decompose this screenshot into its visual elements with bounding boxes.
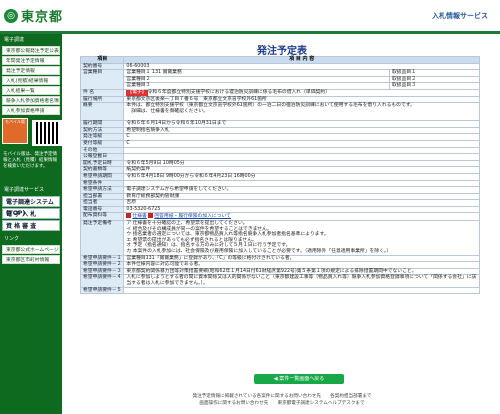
department: 教育庁総務部契約管財課 — [123, 192, 480, 201]
project-name: 【電子】令和６年度都立特別支援学校における寝泊防災訓練に係る毛布の借入れ（単価契… — [123, 88, 480, 97]
row-label: 担当部署 — [79, 192, 125, 201]
arrow-left-icon: ◀ — [273, 376, 278, 382]
contract-number: 06-60003 — [123, 62, 480, 71]
sidebar-link-municipal[interactable]: 東京都区市町村情報 — [2, 255, 60, 264]
row-label: 希望条件 — [79, 179, 125, 188]
footer: 発注予定情報に掲載されている各案件に関するお問い合わせ先 各契約担当部署まで 画… — [64, 393, 500, 407]
place: 東京都文京区後楽一丁目７番６号 東京都立文京盲学校外61箇所 — [123, 95, 480, 104]
condition-4: 入札に参加しようとする者の間に資本関係又は人的関係がないこと（東京都建設工事等（… — [123, 274, 480, 288]
mobile-badge[interactable]: モバイル版 — [2, 118, 28, 144]
row-label: 電話番号 — [79, 205, 125, 214]
row-label: 公報登載日 — [79, 153, 125, 161]
request-period: 令和６年4月18日 9時00分から令和６年4月23日 16時00分 — [123, 172, 480, 181]
notice-date — [123, 153, 480, 161]
category-1: 営業種目１ 131 賞賞業務 — [123, 69, 390, 77]
sidebar-link-register[interactable]: 競争入札参加資格者名簿 — [2, 96, 60, 105]
sidebar-link-koho[interactable]: 東京都公報発注予定公表 — [2, 46, 60, 55]
category-3: 営業種目３ — [123, 82, 390, 90]
row-label: 希望申請要件－４ — [79, 274, 125, 288]
row-label: 希望申請方法 — [79, 186, 125, 194]
condition-3: 東京都契約関係暴力団等対策措置要綱(昭和62年１月14日付61財経庶第922号)… — [123, 267, 480, 276]
page-title: 発注予定表 — [257, 46, 307, 57]
site-title: 東京都 — [21, 10, 64, 25]
sidebar-heading-3: リンク — [4, 236, 20, 242]
main-content: 発注予定表 項目項 目 内 容 契約番号 06-60003 営業種目 営業種目１ 1… — [64, 34, 500, 414]
remarks: ア 仕様書を十分確認の上、希望票を提出してください。 イ 結合及びその構成員が同… — [123, 220, 480, 256]
contract-form: 紙契約案件 — [123, 166, 480, 174]
sidebar-link-annual[interactable]: 年間発注予定情報 — [2, 56, 60, 65]
project-name-text: 令和６年度都立特別支援学校における寝泊防災訓練に係る毛布の借入れ（単価契約） — [147, 89, 330, 95]
row-label: 概要 — [79, 102, 125, 122]
sidebar: 電子調達 東京都公報発注予定公表 年間発注予定情報 発注予定情報 入札(見積)結… — [0, 34, 62, 414]
sidebar-heading-2: 電子調達サービス — [4, 187, 45, 193]
back-to-list-button[interactable]: ◀ 案件一覧画面へ戻る — [254, 374, 344, 384]
row-label: 受付等級 — [79, 139, 125, 148]
method: 希望制指名競争入札 — [123, 126, 480, 135]
pdf-icon — [148, 213, 154, 219]
category-2: 営業種目２ — [123, 75, 390, 84]
sidebar-heading: 電子調達 — [4, 37, 25, 43]
site-logo[interactable]: ◎ 東京都 — [4, 6, 63, 25]
doc-link-spec[interactable]: 仕様書 — [132, 214, 146, 219]
row-label: 開札予定日時 — [79, 159, 125, 168]
sidebar-link-apply[interactable]: 入札参加資格申請 — [2, 106, 60, 115]
tokyo-emblem-icon: ◎ — [4, 8, 18, 23]
header: ◎ 東京都 入札情報サービス — [0, 0, 500, 34]
back-label: 案件一覧画面へ戻る — [279, 376, 325, 382]
row-label: 希望申請要件－１ — [79, 254, 125, 263]
row-label: 希望申請要件－５ — [79, 286, 125, 295]
row-label: その他 — [79, 146, 125, 155]
condition-5 — [123, 286, 480, 295]
qr-code-icon — [32, 120, 62, 146]
row-label: 契約番号 — [79, 62, 125, 71]
doc-link-answer[interactable]: 回答用紙・履行保険の加入について — [154, 214, 231, 219]
sidebar-link-results[interactable]: 入札(見積)結果情報 — [2, 76, 60, 85]
item-3: 取扱品目３ — [389, 82, 480, 90]
detail-table: 項目項 目 内 容 契約番号 06-60003 営業種目 営業種目１ 131 賞賞業… — [79, 56, 480, 295]
eproc-top-button[interactable]: 電子調達システム(TOP) — [2, 196, 60, 217]
footer-line-1: 発注予定情報に掲載されている各案件に関するお問い合わせ先 各契約担当部署まで — [192, 394, 372, 399]
row-label: 担当者 — [79, 199, 125, 207]
request-method: 電子調達システムから希望申請をしてください。 — [123, 186, 480, 194]
row-label: 希望申請期間 — [79, 172, 125, 181]
order-grade: C — [123, 133, 480, 141]
footer-line-2: 画面操作に関するお問い合わせ先 東京都電子調達システムヘルプデスクまで — [199, 401, 365, 406]
row-label: 履行期間 — [79, 120, 125, 128]
row-label: 希望申請要件－２ — [79, 261, 125, 269]
person: 吉原 — [123, 199, 480, 207]
col-content-header: 項 目 内 容 — [123, 56, 480, 64]
row-label: 配布資料等 — [79, 212, 125, 222]
period: 令和６年６月14日から令和６年10月31日まで — [123, 120, 480, 128]
recv-grade: C — [123, 139, 480, 148]
telephone: 03-5320-6725 — [123, 205, 480, 214]
sidebar-link-schedule[interactable]: 発注予定情報 — [2, 66, 60, 75]
row-label: 営業種目 — [79, 69, 125, 90]
row-label: 履行場所 — [79, 95, 125, 104]
row-label: 契約書類等 — [79, 166, 125, 174]
other — [123, 146, 480, 155]
row-label: 希望申請要件－３ — [79, 267, 125, 276]
row-label: 契約方法 — [79, 126, 125, 135]
summary: 本件は、都立特別支援学校（東京都立文京盲学校外61箇所）の一泊二日の宿泊防災訓練… — [123, 102, 480, 122]
sidebar-link-result-list[interactable]: 入札結果一覧 — [2, 86, 60, 95]
row-label: 発注予定備考 — [79, 220, 125, 256]
row-label: 件 名 — [79, 88, 125, 97]
documents: 仕様書 回答用紙・履行保険の加入について — [123, 212, 480, 222]
qualification-button[interactable]: 資 格 審 査 — [2, 220, 60, 231]
item-1: 取扱品目１ — [389, 69, 480, 77]
item-2: 取扱品目２ — [389, 75, 480, 84]
sidebar-link-tokyo[interactable]: 東京都公式ホームページ — [2, 245, 60, 254]
row-label: 発注等級 — [79, 133, 125, 141]
condition-1: 営業種目131「賞賞業務」に登録があり、「C」の等級に格付けされている者。 — [123, 254, 480, 263]
pdf-icon — [126, 213, 132, 219]
col-item-header: 項目 — [79, 56, 125, 64]
mobile-description: モバイル版は、発注予定情報と入札（見積）結果情報を検索いただけます。 — [3, 152, 57, 169]
electronic-badge: 【電子】 — [126, 89, 148, 96]
condition-2: 本件仕様内容に対応可能である者。 — [123, 261, 480, 269]
open-date: 令和６年5月9日 10時05分 — [123, 159, 480, 168]
service-title: 入札情報サービス — [432, 12, 488, 20]
ebid-button[interactable]: 電 子 入 札 — [2, 208, 60, 219]
request-conditions — [123, 179, 480, 188]
